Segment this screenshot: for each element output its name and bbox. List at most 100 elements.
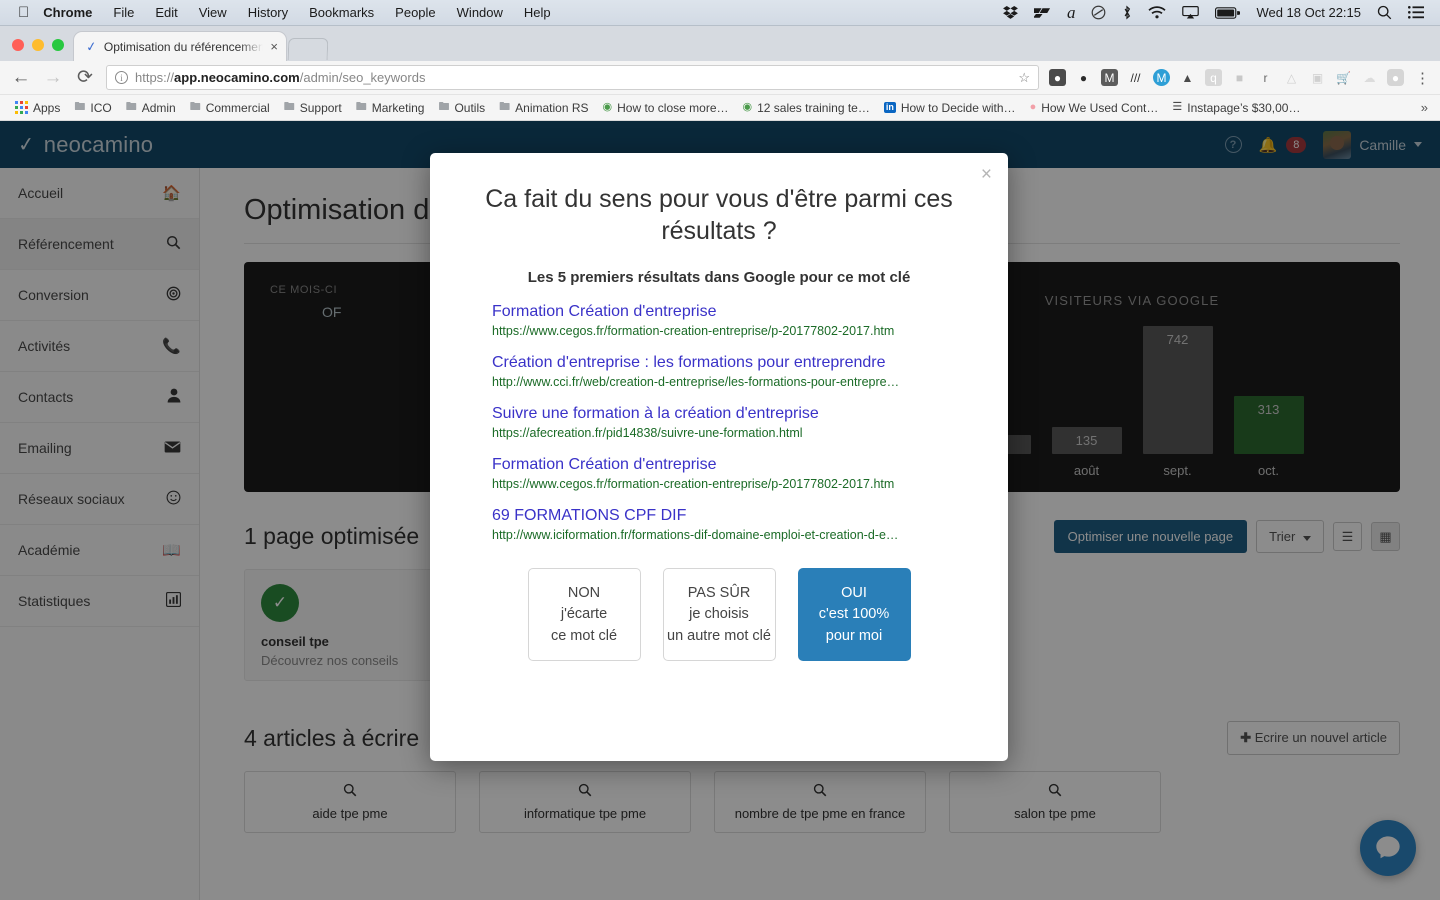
feather-icon: ✓ (84, 37, 98, 55)
cart-extension-icon[interactable]: 🛒 (1335, 69, 1352, 86)
choice-line-1: NON (567, 585, 601, 602)
close-icon[interactable]: × (270, 39, 278, 54)
window-zoom-button[interactable] (52, 39, 64, 51)
transmit-icon[interactable] (1033, 7, 1051, 19)
chrome-page-icon: ◉ (602, 101, 613, 113)
bookmark-apps[interactable]: Apps (8, 99, 67, 117)
search-result-url: http://www.cci.fr/web/creation-d-entrepr… (492, 375, 900, 389)
reddit-extension-icon[interactable]: r (1257, 69, 1274, 86)
bookmark-animation-rs[interactable]: 🖿 Animation RS (492, 99, 595, 117)
browser-toolbar: ← → ⟳ i https://app.neocamino.com/admin/… (0, 61, 1440, 95)
alfred-icon[interactable]: a (1067, 4, 1076, 21)
search-result[interactable]: Création d'entreprise : les formations p… (492, 353, 974, 389)
bookmark-admin[interactable]: 🖿 Admin (119, 99, 183, 117)
bookmark-label: Commercial (205, 100, 270, 115)
menu-item-chrome[interactable]: Chrome (43, 5, 92, 20)
bookmark-marketing[interactable]: 🖿 Marketing (349, 99, 432, 117)
drive-extension-icon[interactable]: △ (1283, 69, 1300, 86)
bookmark-instapage[interactable]: ☰ Instapage’s $30,00… (1165, 99, 1307, 117)
notification-center-icon[interactable] (1408, 6, 1424, 19)
apple-logo-icon[interactable]:  (18, 5, 29, 20)
bookmark-label: How to close more… (617, 100, 729, 115)
menu-item-bookmarks[interactable]: Bookmarks (309, 5, 374, 20)
owl-extension-icon[interactable]: ● (1075, 69, 1092, 86)
choice-unsure-button[interactable]: PAS SÛR je choisis un autre mot clé (662, 568, 776, 661)
dropbox-icon[interactable] (1003, 6, 1018, 19)
bookmark-label: Animation RS (515, 100, 589, 115)
instapage-icon: ☰ (1172, 101, 1183, 113)
bookmark-how-we-used[interactable]: ● How We Used Cont… (1023, 99, 1166, 117)
bookmark-support[interactable]: 🖿 Support (277, 99, 349, 117)
slashes-extension-icon[interactable]: /// (1127, 69, 1144, 86)
battery-icon[interactable] (1215, 6, 1241, 19)
bookmark-outils[interactable]: 🖿 Outils (431, 99, 492, 117)
window-close-button[interactable] (12, 39, 24, 51)
wifi-icon[interactable] (1148, 6, 1167, 19)
page-icon: ● (1029, 101, 1037, 113)
search-result[interactable]: 69 FORMATIONS CPF DIF http://www.iciform… (492, 506, 974, 542)
menu-item-people[interactable]: People (395, 5, 435, 20)
browser-tab-active[interactable]: ✓ Optimisation du référencement × (74, 32, 286, 61)
bookmark-label: Apps (33, 100, 61, 115)
bookmark-star-icon[interactable]: ☆ (1018, 70, 1030, 86)
folder-icon: 🖿 (438, 101, 450, 113)
menu-item-view[interactable]: View (199, 5, 227, 20)
new-tab-button[interactable] (287, 38, 329, 60)
gmail-extension-icon[interactable]: M (1101, 69, 1118, 86)
choice-line-2: je choisis (689, 606, 749, 623)
menu-item-help[interactable]: Help (524, 5, 551, 20)
search-result[interactable]: Formation Création d'entreprise https://… (492, 302, 974, 338)
evernote-extension-icon[interactable]: ● (1049, 69, 1066, 86)
choice-line-3: un autre mot clé (667, 627, 771, 644)
bookmark-ico[interactable]: 🖿 ICO (67, 99, 118, 117)
bookmarks-overflow-icon[interactable]: » (1421, 100, 1432, 115)
spotlight-search-icon[interactable] (1377, 5, 1392, 20)
site-info-icon[interactable]: i (115, 71, 128, 84)
choice-line-2: j'écarte (560, 606, 608, 623)
scrapper-extension-icon[interactable]: ■ (1231, 69, 1248, 86)
choice-yes-button[interactable]: OUI c'est 100% pour moi (797, 568, 911, 661)
bookmark-sales-training[interactable]: ◉ 12 sales training te… (736, 99, 877, 117)
search-result-title[interactable]: Formation Création d'entreprise (492, 302, 974, 322)
bookmark-how-to-close[interactable]: ◉ How to close more… (596, 99, 736, 117)
choice-line-1: PAS SÛR (687, 585, 751, 602)
shield-extension-icon[interactable]: ● (1387, 69, 1404, 86)
search-results-list: Formation Création d'entreprise https://… (464, 302, 974, 542)
menu-item-window[interactable]: Window (457, 5, 503, 20)
folder-icon: 🖿 (499, 101, 511, 113)
forward-button[interactable]: → (42, 68, 64, 87)
window-minimize-button[interactable] (32, 39, 44, 51)
search-result-title[interactable]: 69 FORMATIONS CPF DIF (492, 506, 974, 526)
cloud-extension-icon[interactable]: ☁ (1361, 69, 1378, 86)
screenshot-extension-icon[interactable]: ▣ (1309, 69, 1326, 86)
menu-item-edit[interactable]: Edit (155, 5, 177, 20)
menu-item-history[interactable]: History (248, 5, 288, 20)
mention-extension-icon[interactable]: M (1153, 69, 1170, 86)
bookmark-how-to-decide[interactable]: in How to Decide with… (877, 99, 1023, 117)
folder-icon: 🖿 (74, 101, 86, 113)
bookmark-label: 12 sales training te… (757, 100, 870, 115)
bluetooth-icon[interactable] (1122, 5, 1132, 20)
do-not-disturb-icon[interactable] (1091, 5, 1106, 20)
back-button[interactable]: ← (10, 68, 32, 87)
search-result[interactable]: Formation Création d'entreprise https://… (492, 455, 974, 491)
apps-grid-icon (15, 101, 28, 114)
modal-title: Ca fait du sens pour vous d'être parmi c… (485, 185, 953, 245)
choice-no-button[interactable]: NON j'écarte ce mot clé (527, 568, 641, 661)
quote-extension-icon[interactable]: q (1205, 69, 1222, 86)
search-result-title[interactable]: Formation Création d'entreprise (492, 455, 974, 475)
close-icon[interactable]: × (981, 165, 992, 184)
search-result[interactable]: Suivre une formation à la création d'ent… (492, 404, 974, 440)
search-result-url: https://www.cegos.fr/formation-creation-… (492, 324, 895, 338)
runner-extension-icon[interactable]: ▲ (1179, 69, 1196, 86)
address-bar[interactable]: i https://app.neocamino.com/admin/seo_ke… (106, 65, 1039, 90)
reload-button[interactable]: ⟳ (74, 68, 96, 87)
airplay-icon[interactable] (1182, 6, 1200, 19)
bookmark-commercial[interactable]: 🖿 Commercial (183, 99, 277, 117)
chrome-menu-icon[interactable]: ⋮ (1415, 69, 1430, 87)
search-result-title[interactable]: Création d'entreprise : les formations p… (492, 353, 974, 373)
search-result-title[interactable]: Suivre une formation à la création d'ent… (492, 404, 974, 424)
bookmark-label: How to Decide with… (900, 100, 1016, 115)
menu-item-file[interactable]: File (113, 5, 134, 20)
modal-choice-buttons: NON j'écarte ce mot clé PAS SÛR je chois… (464, 568, 974, 661)
